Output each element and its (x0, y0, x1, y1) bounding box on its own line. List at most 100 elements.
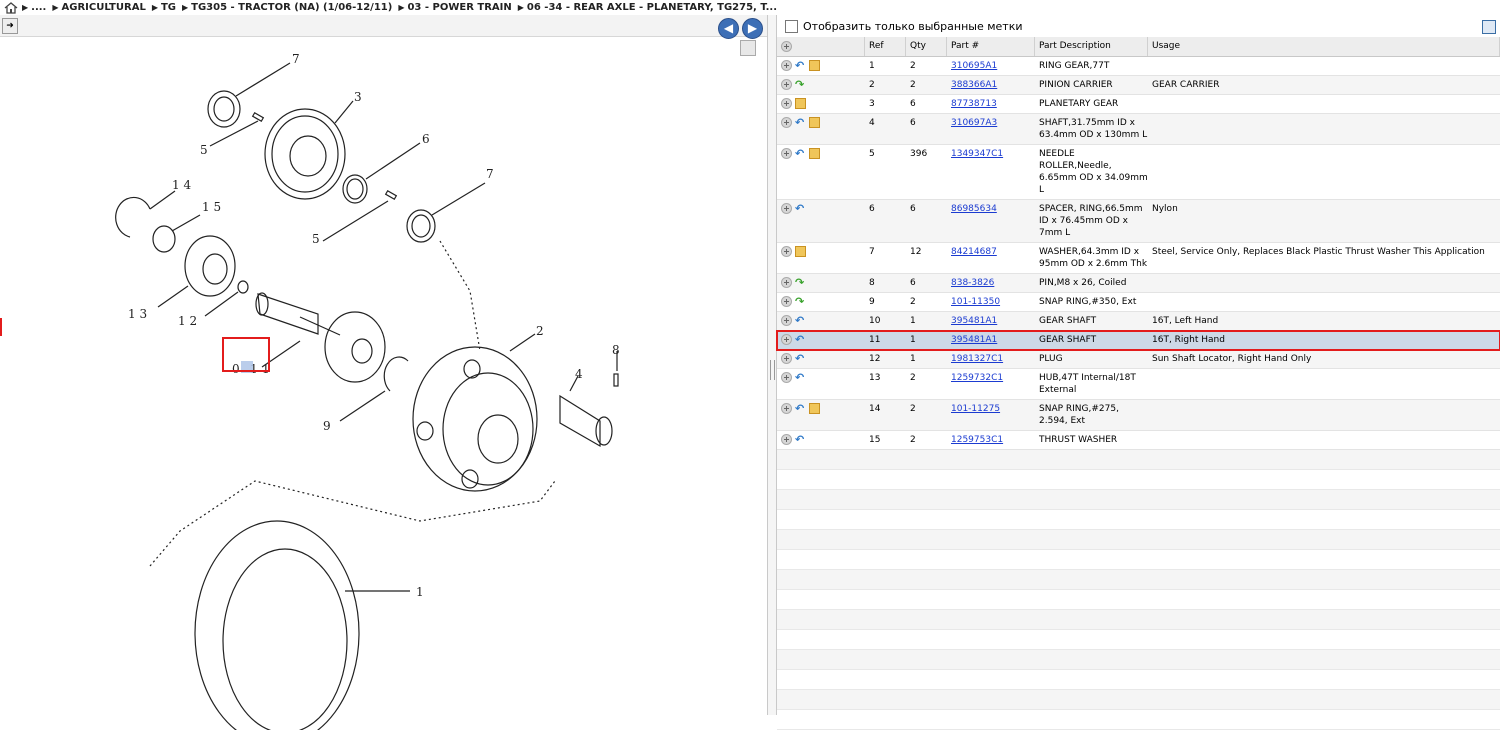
table-row[interactable]: ↷ 9 2 101-11350 SNAP RING,#350, Ext (777, 293, 1500, 312)
table-row[interactable]: 3 6 87738713 PLANETARY GEAR (777, 95, 1500, 114)
undo-arrow-icon[interactable]: ↶ (795, 372, 806, 383)
show-selected-checkbox[interactable] (785, 19, 798, 33)
expand-row-icon[interactable] (781, 403, 792, 414)
part-number-cell[interactable]: 101-11275 (947, 400, 1035, 430)
breadcrumb-item[interactable]: ▶.... (22, 2, 46, 13)
expand-row-icon[interactable] (781, 148, 792, 159)
part-number-cell[interactable]: 86985634 (947, 200, 1035, 242)
table-row[interactable]: ↶ 10 1 395481A1 GEAR SHAFT 16T, Left Hand (777, 312, 1500, 331)
part-number-link[interactable]: 395481A1 (951, 335, 997, 345)
expand-row-icon[interactable] (781, 246, 792, 257)
part-number-link[interactable]: 1981327C1 (951, 354, 1003, 364)
column-description[interactable]: Part Description (1035, 37, 1148, 56)
part-number-cell[interactable]: 310697A3 (947, 114, 1035, 144)
expand-row-icon[interactable] (781, 353, 792, 364)
table-row[interactable]: ↶ 14 2 101-11275 SNAP RING,#275, 2.594, Ext (777, 400, 1500, 431)
part-number-link[interactable]: 86985634 (951, 204, 997, 214)
part-number-link[interactable]: 87738713 (951, 99, 997, 109)
breadcrumb-item[interactable]: ▶ TG (152, 2, 176, 13)
expand-row-icon[interactable] (781, 434, 792, 445)
undo-arrow-icon[interactable]: ↶ (795, 117, 806, 128)
column-qty[interactable]: Qty (906, 37, 947, 56)
table-row[interactable]: ↶ 12 1 1981327C1 PLUG Sun Shaft Locator, Righ… (777, 350, 1500, 369)
package-icon[interactable] (809, 148, 820, 159)
undo-arrow-icon[interactable]: ↶ (795, 315, 806, 326)
part-number-cell[interactable]: 388366A1 (947, 76, 1035, 94)
expand-button[interactable]: ➜ (2, 18, 18, 34)
part-number-cell[interactable]: 1259732C1 (947, 369, 1035, 399)
table-row[interactable]: ↷ 2 2 388366A1 PINION CARRIER GEAR CARRIER (777, 76, 1500, 95)
part-number-cell[interactable]: 101-11350 (947, 293, 1035, 311)
expand-row-icon[interactable] (781, 117, 792, 128)
redo-arrow-icon[interactable]: ↷ (795, 79, 806, 90)
table-row[interactable]: ↶ 4 6 310697A3 SHAFT,31.75mm ID x 63.4mm OD … (777, 114, 1500, 145)
table-row[interactable]: ↶ 5 396 1349347C1 NEEDLE ROLLER,Needle, 6.65… (777, 145, 1500, 200)
expand-row-icon[interactable] (781, 372, 792, 383)
undo-arrow-icon[interactable]: ↶ (795, 353, 806, 364)
part-number-cell[interactable]: 1259753C1 (947, 431, 1035, 449)
package-icon[interactable] (795, 246, 806, 257)
redo-arrow-icon[interactable]: ↷ (795, 296, 806, 307)
home-icon[interactable] (4, 1, 18, 14)
splitter-grip[interactable] (770, 360, 775, 380)
table-row[interactable]: ↶ 13 2 1259732C1 HUB,47T Internal/18T Extern… (777, 369, 1500, 400)
undo-arrow-icon[interactable]: ↶ (795, 334, 806, 345)
expand-row-icon[interactable] (781, 98, 792, 109)
redo-arrow-icon[interactable]: ↷ (795, 277, 806, 288)
part-number-link[interactable]: 388366A1 (951, 80, 997, 90)
part-number-link[interactable]: 1349347C1 (951, 149, 1003, 159)
next-button[interactable]: ▶ (742, 18, 763, 39)
table-row[interactable]: ↶ 15 2 1259753C1 THRUST WASHER (777, 431, 1500, 450)
part-number-cell[interactable]: 395481A1 (947, 331, 1035, 349)
part-number-link[interactable]: 84214687 (951, 247, 997, 257)
export-icon[interactable] (1482, 20, 1496, 34)
column-part-number[interactable]: Part # (947, 37, 1035, 56)
part-number-cell[interactable]: 1349347C1 (947, 145, 1035, 199)
undo-arrow-icon[interactable]: ↶ (795, 148, 806, 159)
part-number-cell[interactable]: 1981327C1 (947, 350, 1035, 368)
table-row[interactable]: ↷ 8 6 838-3826 PIN,M8 x 26, Coiled (777, 274, 1500, 293)
table-row[interactable]: ↶ 11 1 395481A1 GEAR SHAFT 16T, Right Hand (776, 330, 1500, 351)
package-icon[interactable] (795, 98, 806, 109)
expand-row-icon[interactable] (781, 296, 792, 307)
selected-callout[interactable] (222, 337, 270, 372)
table-row[interactable]: ↶ 6 6 86985634 SPACER, RING,66.5mm ID x 76.4… (777, 200, 1500, 243)
part-number-cell[interactable]: 87738713 (947, 95, 1035, 113)
part-number-cell[interactable]: 838-3826 (947, 274, 1035, 292)
package-icon[interactable] (809, 403, 820, 414)
part-number-link[interactable]: 838-3826 (951, 278, 994, 288)
undo-arrow-icon[interactable]: ↶ (795, 60, 806, 71)
breadcrumb-item[interactable]: ▶ TG305 - TRACTOR (NA) (1/06-12/11) (182, 2, 392, 13)
part-number-link[interactable]: 310697A3 (951, 118, 997, 128)
part-number-link[interactable]: 1259732C1 (951, 373, 1003, 383)
previous-button[interactable]: ◀ (718, 18, 739, 39)
expand-row-icon[interactable] (781, 277, 792, 288)
expand-all-icon[interactable] (781, 41, 792, 52)
part-number-link[interactable]: 1259753C1 (951, 435, 1003, 445)
expand-all-header[interactable] (777, 37, 865, 56)
expand-row-icon[interactable] (781, 203, 792, 214)
column-ref[interactable]: Ref (865, 37, 906, 56)
package-icon[interactable] (809, 60, 820, 71)
show-selected-label[interactable]: Отобразить только выбранные метки (803, 20, 1022, 33)
part-number-link[interactable]: 310695A1 (951, 61, 997, 71)
pane-splitter[interactable] (768, 15, 777, 715)
part-number-link[interactable]: 101-11350 (951, 297, 1000, 307)
breadcrumb-item[interactable]: ▶ 06 -34 - REAR AXLE - PLANETARY, TG275, … (518, 2, 777, 13)
undo-arrow-icon[interactable]: ↶ (795, 434, 806, 445)
undo-arrow-icon[interactable]: ↶ (795, 203, 806, 214)
undo-arrow-icon[interactable]: ↶ (795, 403, 806, 414)
breadcrumb-item[interactable]: ▶ AGRICULTURAL (52, 2, 145, 13)
part-number-cell[interactable]: 395481A1 (947, 312, 1035, 330)
expand-row-icon[interactable] (781, 79, 792, 90)
part-number-link[interactable]: 101-11275 (951, 404, 1000, 414)
table-row[interactable]: 7 12 84214687 WASHER,64.3mm ID x 95mm OD x … (777, 243, 1500, 274)
breadcrumb-item[interactable]: ▶ 03 - POWER TRAIN (398, 2, 511, 13)
expand-row-icon[interactable] (781, 60, 792, 71)
part-number-cell[interactable]: 84214687 (947, 243, 1035, 273)
column-usage[interactable]: Usage (1148, 37, 1500, 56)
part-number-cell[interactable]: 310695A1 (947, 57, 1035, 75)
table-row[interactable]: ↶ 1 2 310695A1 RING GEAR,77T (777, 57, 1500, 76)
package-icon[interactable] (809, 117, 820, 128)
part-number-link[interactable]: 395481A1 (951, 316, 997, 326)
